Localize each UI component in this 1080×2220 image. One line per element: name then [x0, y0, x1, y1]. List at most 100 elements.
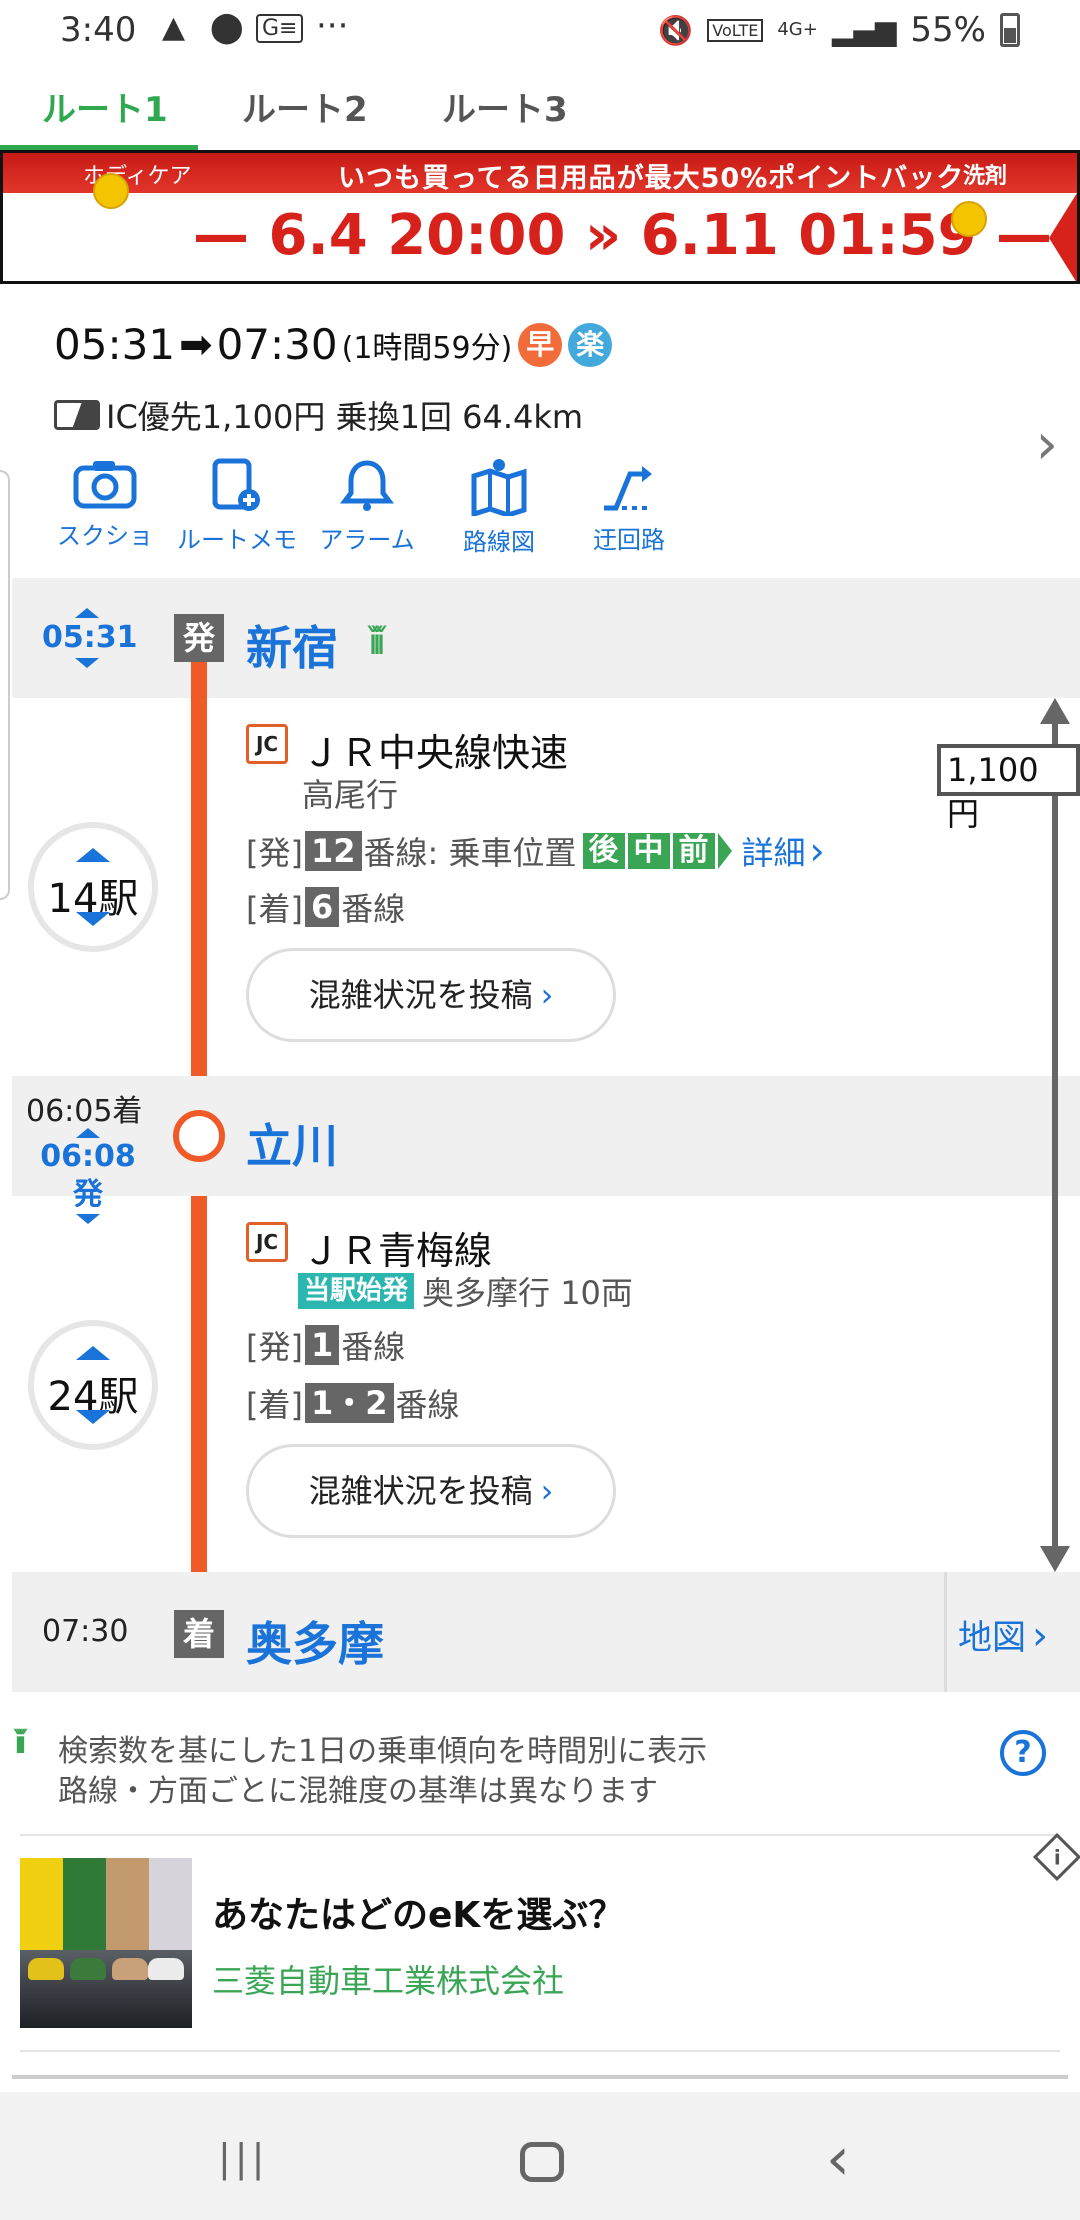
banner-date-range: — 6.4 20:00 » 6.11 01:59 —	[193, 203, 1053, 268]
coin-icon	[93, 173, 129, 209]
detour-icon	[604, 466, 652, 511]
origin-time-stepper[interactable]: 05:31	[42, 608, 138, 668]
transfer-departure-time: 06:08発	[40, 1139, 136, 1212]
detour-button[interactable]: 迂回路	[564, 458, 694, 555]
post-congestion-button[interactable]: 混雑状況を投稿 ›	[246, 1444, 616, 1538]
alarm-button[interactable]: アラーム	[302, 458, 432, 555]
ad-image[interactable]	[20, 1858, 192, 2028]
banner-headline: いつも買ってる日用品が最大50%ポイントバック	[338, 163, 965, 194]
divider	[20, 2050, 1060, 2052]
platform-suffix: 番線	[341, 890, 406, 928]
summary-depart-time: 05:31	[54, 320, 176, 369]
origin-station-row[interactable]	[12, 578, 1080, 698]
depart-badge: 発	[174, 614, 224, 662]
leg1-line-name[interactable]: ＪＲ中央線快速	[302, 722, 568, 777]
summary-duration: (1時間59分)	[341, 330, 513, 366]
summary-fare-info: IC優先1,100円 乗換1回 64.4km	[106, 398, 584, 436]
coin-icon	[951, 201, 987, 237]
leg1-departure-platform: [発] 12 番線 : 乗車位置 後 中 前 詳細 ›	[246, 828, 825, 874]
detour-label: 迂回路	[593, 526, 665, 554]
route-memo-button[interactable]: ルートメモ	[172, 458, 302, 555]
destination-station-row[interactable]	[12, 1572, 1080, 1692]
map-icon	[471, 459, 527, 516]
arrive-badge: 着	[174, 1610, 224, 1658]
dep-label: [発]	[246, 1328, 303, 1366]
congestion-note-line1: 検索数を基にした1日の乗車傾向を時間別に表示	[58, 1734, 708, 1769]
g-news-icon: G≡	[256, 14, 304, 43]
jc-line-icon: JC	[246, 1222, 288, 1262]
origin-time: 05:31	[42, 620, 138, 655]
route-memo-label: ルートメモ	[177, 526, 297, 554]
dep-platform-number: 1	[304, 1325, 340, 1365]
promo-banner[interactable]: いつも買ってる日用品が最大50%ポイントバック ホディケア 洗剤 — 6.4 2…	[0, 150, 1080, 284]
congestion-icon: ǐǐǐ	[368, 622, 386, 663]
leg2-stops-toggle[interactable]: 24駅	[28, 1320, 158, 1450]
route-summary-times: 05:31 ➡ 07:30 (1時間59分) 早 楽	[54, 320, 613, 369]
recent-apps-icon[interactable]: |||	[218, 2136, 268, 2180]
transfer-station-name[interactable]: 立川	[246, 1110, 338, 1176]
ic-card-icon	[54, 400, 100, 430]
easy-badge: 楽	[568, 322, 613, 367]
back-icon[interactable]: ‹	[826, 2124, 850, 2194]
car-icon	[112, 1958, 148, 1980]
fare-amount: 1,100円	[937, 744, 1080, 833]
system-nav-bar: ||| ‹	[0, 2092, 1080, 2220]
origin-start-tag: 当駅始発	[298, 1273, 415, 1309]
banner-brand-right: 洗剤	[963, 164, 1008, 189]
divider	[944, 1572, 947, 1692]
tab-route-3[interactable]: ルート3	[442, 82, 568, 131]
summary-arrive-time: 07:30	[216, 320, 338, 369]
ad-image-stripe	[20, 1858, 63, 1950]
warning-icon: ▲	[162, 10, 186, 45]
car-icon	[28, 1958, 64, 1980]
arr-platform-number: 6	[304, 887, 340, 927]
tab-route-2[interactable]: ルート2	[242, 82, 368, 131]
transfer-departure-stepper[interactable]: 06:08発	[26, 1128, 150, 1224]
ad-sponsor[interactable]: 三菱自動車工業株式会社	[212, 1956, 564, 2002]
screenshot-button[interactable]: スクショ	[40, 458, 170, 551]
edge-panel-handle[interactable]	[0, 470, 10, 900]
banner-date-strip: — 6.4 20:00 » 6.11 01:59 —	[3, 173, 1077, 281]
boarding-position-label: : 乗車位置	[427, 834, 577, 872]
platform-suffix: 番線	[341, 1328, 406, 1366]
dep-platform-number: 12	[304, 831, 362, 871]
home-icon[interactable]	[520, 2142, 564, 2182]
chevron-right-icon[interactable]: ›	[1036, 412, 1058, 477]
down-arrow-icon	[76, 1214, 100, 1224]
platform-suffix: 番線	[395, 1386, 460, 1424]
post-congestion-label: 混雑状況を投稿	[308, 976, 533, 1014]
position-rear: 後	[582, 833, 625, 869]
scroll-indicator	[12, 2075, 1068, 2079]
ad-info-icon[interactable]: i	[1032, 1832, 1080, 1882]
destination-station-name[interactable]: 奥多摩	[246, 1608, 384, 1674]
down-arrow-icon	[76, 1410, 110, 1424]
up-arrow-icon	[75, 608, 99, 618]
post-congestion-button[interactable]: 混雑状況を投稿 ›	[246, 948, 616, 1042]
alarm-label: アラーム	[319, 526, 415, 554]
tab-route-1[interactable]: ルート1	[42, 82, 168, 131]
leg1-bound: 高尾行	[302, 776, 399, 814]
chevron-right-icon: ›	[1032, 1613, 1048, 1659]
chevron-right-icon[interactable]: ›	[810, 829, 825, 873]
signal-icon: ▂▄▆	[831, 13, 897, 47]
congestion-icon: ǐǐǐ	[14, 1726, 27, 1761]
leg1-stops-toggle[interactable]: 14駅	[28, 822, 158, 952]
map-link-label: 地図	[958, 1618, 1026, 1658]
up-arrow-icon	[76, 848, 110, 862]
position-front: 前	[672, 833, 715, 869]
detail-link[interactable]: 詳細	[742, 828, 806, 874]
origin-station-name[interactable]: 新宿	[246, 612, 338, 678]
down-arrow-icon	[75, 658, 99, 668]
leg2-line-name[interactable]: ＪＲ青梅線	[302, 1220, 492, 1275]
divider	[20, 1834, 1060, 1836]
destination-time: 07:30	[42, 1614, 129, 1649]
route-map-button[interactable]: 路線図	[434, 458, 564, 557]
down-arrow-icon	[76, 912, 110, 926]
platform-suffix: 番線	[363, 834, 428, 872]
route-tabs: ルート1 ルート2 ルート3	[0, 64, 1080, 152]
map-link[interactable]: 地図 ›	[958, 1610, 1048, 1659]
fast-badge: 早	[518, 322, 563, 367]
post-congestion-label: 混雑状況を投稿	[308, 1472, 533, 1510]
ad-title[interactable]: あなたはどのeKを選ぶ？	[212, 1886, 624, 1938]
help-icon[interactable]: ?	[1000, 1730, 1046, 1776]
